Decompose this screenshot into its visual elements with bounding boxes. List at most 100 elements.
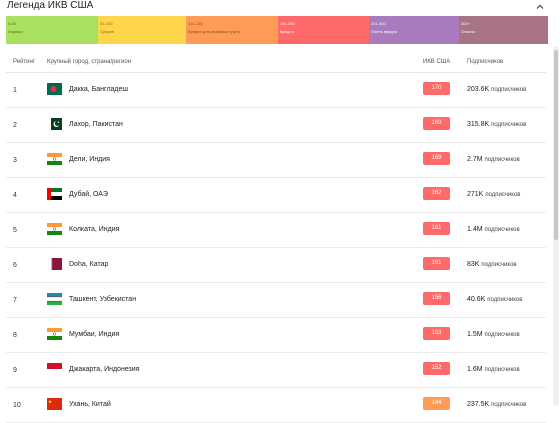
table-row[interactable]: 8 Мумбаи, Индия 153 1.5M подписчиков xyxy=(6,318,546,353)
india-flag-icon xyxy=(47,223,62,235)
header-city: Крупный город, страна/регион xyxy=(47,59,132,65)
rank-number: 3 xyxy=(13,157,17,164)
rank-number: 1 xyxy=(13,87,17,94)
followers-count: 1.4M подписчиков xyxy=(467,226,520,233)
table-row[interactable]: 5 Колката, Индия 161 1.4M подписчиков xyxy=(6,213,546,248)
aqi-badge: 161 xyxy=(423,257,450,270)
legend-segment: 0-50 Хорошо xyxy=(6,16,98,44)
rank-number: 2 xyxy=(13,122,17,129)
followers-number: 271K xyxy=(467,191,484,198)
followers-number: 237.5K xyxy=(467,401,490,408)
followers-number: 203.6K xyxy=(467,86,490,93)
bangladesh-flag-icon xyxy=(47,83,62,95)
header-followers: Подписчиков xyxy=(467,59,504,65)
city-name[interactable]: Doha, Катар xyxy=(69,261,108,268)
followers-label: подписчиков xyxy=(491,122,527,128)
rank-number: 4 xyxy=(13,192,17,199)
followers-label: подписчиков xyxy=(484,227,520,233)
table-row[interactable]: 9 Джакарта, Индонезия 152 1.6M подписчиков xyxy=(6,353,546,388)
legend-range: 101-150 xyxy=(188,21,203,26)
legend-range: 151-200 xyxy=(280,21,295,26)
followers-number: 1.5M xyxy=(467,331,483,338)
city-ranking-table: Рейтинг Крупный город, страна/регион ИКВ… xyxy=(6,52,546,423)
followers-count: 271K подписчиков xyxy=(467,191,521,198)
city-name[interactable]: Дакка, Бангладеш xyxy=(69,86,128,93)
aqi-badge: 169 xyxy=(423,117,450,130)
aqi-badge: 162 xyxy=(423,187,450,200)
followers-label: подписчиков xyxy=(484,332,520,338)
aqi-badge: 156 xyxy=(423,292,450,305)
legend-range: 0-50 xyxy=(8,21,17,26)
scrollbar[interactable] xyxy=(553,46,559,406)
pakistan-flag-icon xyxy=(47,118,62,130)
india-flag-icon xyxy=(47,153,62,165)
table-row[interactable]: 3 Дели, Индия 169 2.7M подписчиков xyxy=(6,143,546,178)
followers-label: подписчиков xyxy=(481,262,517,268)
aqi-badge: 170 xyxy=(423,82,450,95)
followers-label: подписчиков xyxy=(484,367,520,373)
city-name[interactable]: Дубай, ОАЭ xyxy=(69,191,108,198)
followers-label: подписчиков xyxy=(491,402,527,408)
legend-range: 201-300 xyxy=(371,21,386,26)
legend-title: Легенда ИКВ США xyxy=(7,0,94,11)
scrollbar-thumb[interactable] xyxy=(554,50,558,240)
followers-count: 315.8K подписчиков xyxy=(467,121,526,128)
aqi-badge: 169 xyxy=(423,152,450,165)
city-name[interactable]: Ташкент, Узбекистан xyxy=(69,296,136,303)
rank-number: 8 xyxy=(13,332,17,339)
table-row[interactable]: 10 Ухань, Китай 144 237.5K подписчиков xyxy=(6,388,546,423)
table-row[interactable]: 1 Дакка, Бангладеш 170 203.6K подписчиков xyxy=(6,73,546,108)
aqi-badge: 144 xyxy=(423,397,450,410)
india-flag-icon xyxy=(47,328,62,340)
rank-number: 5 xyxy=(13,227,17,234)
legend-segment: 201-300 Очень вредно xyxy=(369,16,459,44)
followers-number: 1.4M xyxy=(467,226,483,233)
legend-label: Средне xyxy=(100,29,115,34)
city-name[interactable]: Дели, Индия xyxy=(69,156,110,163)
legend-label: Опасно xyxy=(461,29,475,34)
legend-segment: 151-200 Вредно xyxy=(278,16,369,44)
followers-count: 40.6K подписчиков xyxy=(467,296,522,303)
legend-label: Вредно для уязвимых групп xyxy=(188,29,240,34)
rank-number: 6 xyxy=(13,262,17,269)
city-name[interactable]: Лахор, Пакистан xyxy=(69,121,123,128)
aqi-badge: 161 xyxy=(423,222,450,235)
aqi-badge: 153 xyxy=(423,327,450,340)
followers-count: 2.7M подписчиков xyxy=(467,156,520,163)
followers-count: 203.6K подписчиков xyxy=(467,86,526,93)
legend-range: 51-100 xyxy=(100,21,113,26)
city-name[interactable]: Джакарта, Индонезия xyxy=(69,366,139,373)
rank-number: 10 xyxy=(13,402,21,409)
followers-number: 2.7M xyxy=(467,156,483,163)
city-name[interactable]: Мумбаи, Индия xyxy=(69,331,119,338)
followers-label: подписчиков xyxy=(491,87,527,93)
table-row[interactable]: 7 Ташкент, Узбекистан 156 40.6K подписчиков xyxy=(6,283,546,318)
legend-range: 301+ xyxy=(461,21,471,26)
followers-count: 83K подписчиков xyxy=(467,261,517,268)
city-name[interactable]: Колката, Индия xyxy=(69,226,119,233)
table-row[interactable]: 6 Doha, Катар 161 83K подписчиков xyxy=(6,248,546,283)
chevron-up-icon[interactable] xyxy=(534,0,546,12)
legend-header: Легенда ИКВ США xyxy=(6,0,546,14)
header-rank: Рейтинг xyxy=(13,59,36,65)
city-name[interactable]: Ухань, Китай xyxy=(69,401,111,408)
rank-number: 7 xyxy=(13,297,17,304)
table-body: 1 Дакка, Бангладеш 170 203.6K подписчиков 2 Л… xyxy=(6,73,546,423)
table-row[interactable]: 4 Дубай, ОАЭ 162 271K подписчиков xyxy=(6,178,546,213)
followers-label: подписчиков xyxy=(487,297,523,303)
legend-label: Очень вредно xyxy=(371,29,398,34)
followers-count: 237.5K подписчиков xyxy=(467,401,526,408)
followers-number: 40.6K xyxy=(467,296,486,303)
followers-count: 1.6M подписчиков xyxy=(467,366,520,373)
legend-segment: 301+ Опасно xyxy=(459,16,548,44)
table-row[interactable]: 2 Лахор, Пакистан 169 315.8K подписчиков xyxy=(6,108,546,143)
legend-label: Хорошо xyxy=(8,29,23,34)
followers-number: 315.8K xyxy=(467,121,490,128)
followers-count: 1.5M подписчиков xyxy=(467,331,520,338)
qatar-flag-icon xyxy=(47,258,62,270)
legend-segment: 51-100 Средне xyxy=(98,16,186,44)
uae-flag-icon xyxy=(47,188,62,200)
table-header: Рейтинг Крупный город, страна/регион ИКВ… xyxy=(6,52,546,73)
followers-number: 1.6M xyxy=(467,366,483,373)
legend-label: Вредно xyxy=(280,29,294,34)
